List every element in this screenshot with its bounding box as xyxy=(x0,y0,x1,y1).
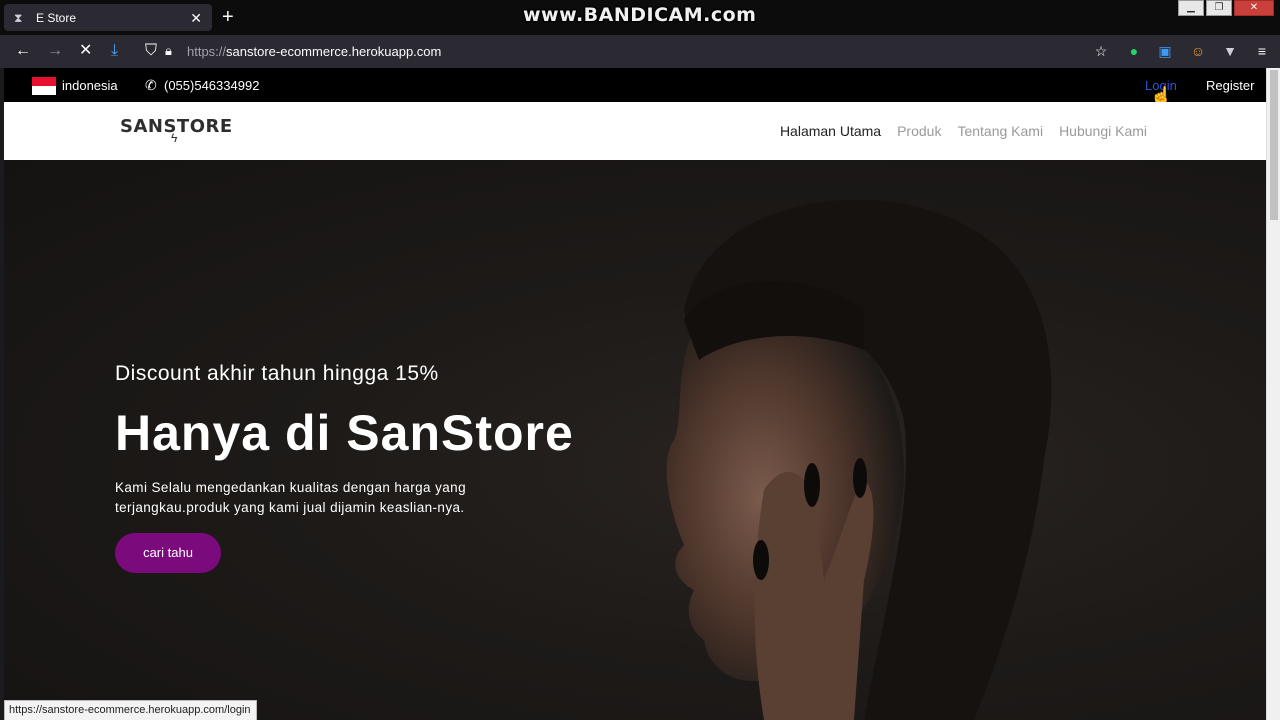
hourglass-icon: ⧗ xyxy=(14,10,23,25)
screenshot-icon[interactable]: ▣ xyxy=(1156,42,1174,60)
menu-item-produk[interactable]: Produk xyxy=(897,123,941,139)
lightning-icon: ϟ xyxy=(171,131,178,145)
link-status-bar: https://sanstore-ecommerce.herokuapp.com… xyxy=(4,700,257,720)
new-tab-icon[interactable]: + xyxy=(222,7,234,27)
hero-title: Hanya di SanStore xyxy=(115,405,574,461)
url-text[interactable]: https://sanstore-ecommerce.herokuapp.com xyxy=(187,44,441,59)
hero-model-image xyxy=(666,199,1052,720)
browser-tab[interactable]: ⧗ E Store ✕ xyxy=(4,4,212,31)
menu-icon[interactable]: ≡ xyxy=(1253,42,1271,60)
scrollbar-thumb[interactable] xyxy=(1270,70,1278,220)
url-scheme: https:// xyxy=(187,44,227,59)
site-header: SANSTORE ϟ Halaman Utama Produk Tentang … xyxy=(4,102,1266,160)
address-bar[interactable]: ⛉ 🔒︎ https://sanstore-ecommerce.herokuap… xyxy=(136,39,1120,64)
page-scrollbar[interactable] xyxy=(1266,68,1280,720)
menu-item-hubungi-kami[interactable]: Hubungi Kami xyxy=(1059,123,1147,139)
indonesia-flag-icon xyxy=(32,77,56,95)
phone-number: (055)546334992 xyxy=(164,78,260,93)
tab-title: E Store xyxy=(36,10,77,25)
maximize-button[interactable]: ❐ xyxy=(1206,0,1232,16)
back-icon[interactable]: ← xyxy=(15,43,31,59)
cari-tahu-button[interactable]: cari tahu xyxy=(115,533,221,573)
menu-item-tentang-kami[interactable]: Tentang Kami xyxy=(957,123,1043,139)
close-window-button[interactable]: ✕ xyxy=(1234,0,1274,16)
stop-icon[interactable]: ✕ xyxy=(79,43,92,59)
recording-watermark: www.BANDICAM.com xyxy=(523,4,757,26)
menu-item-halaman-utama[interactable]: Halaman Utama xyxy=(780,123,881,139)
window-controls: ▁ ❐ ✕ xyxy=(1178,0,1274,16)
register-link[interactable]: Register xyxy=(1206,78,1254,93)
url-host: sanstore-ecommerce.herokuapp.com xyxy=(226,44,442,59)
close-tab-icon[interactable]: ✕ xyxy=(190,11,202,25)
main-menu: Halaman Utama Produk Tentang Kami Hubung… xyxy=(780,123,1147,139)
whatsapp-icon[interactable]: ● xyxy=(1125,42,1143,60)
vpn-icon[interactable]: ▼ xyxy=(1221,42,1239,60)
hero-subtitle: Discount akhir tahun hingga 15% xyxy=(115,362,439,385)
lock-icon[interactable]: 🔒︎ xyxy=(165,43,172,59)
bookmark-star-icon[interactable]: ☆ xyxy=(1092,42,1110,60)
phone-icon: ✆ xyxy=(145,77,157,93)
site-topbar: indonesia ✆ (055)546334992 Login Registe… xyxy=(4,68,1266,106)
hero-banner: Discount akhir tahun hingga 15% Hanya di… xyxy=(4,160,1266,720)
web-page: indonesia ✆ (055)546334992 Login Registe… xyxy=(4,68,1266,720)
hero-description: Kami Selalu mengedankan kualitas dengan … xyxy=(115,480,466,515)
browser-tab-strip: ⧗ E Store ✕ + www.BANDICAM.com ▁ ❐ ✕ xyxy=(0,0,1280,35)
forward-icon[interactable]: → xyxy=(47,43,63,59)
country-label: indonesia xyxy=(62,78,118,93)
browser-nav-bar: ← → ✕ ⤓ ⛉ 🔒︎ https://sanstore-ecommerce.… xyxy=(0,35,1280,68)
minimize-button[interactable]: ▁ xyxy=(1178,0,1204,16)
shield-icon[interactable]: ⛉ xyxy=(145,43,157,59)
extension-icon[interactable]: ☺ xyxy=(1189,42,1207,60)
download-icon[interactable]: ⤓ xyxy=(111,43,118,59)
